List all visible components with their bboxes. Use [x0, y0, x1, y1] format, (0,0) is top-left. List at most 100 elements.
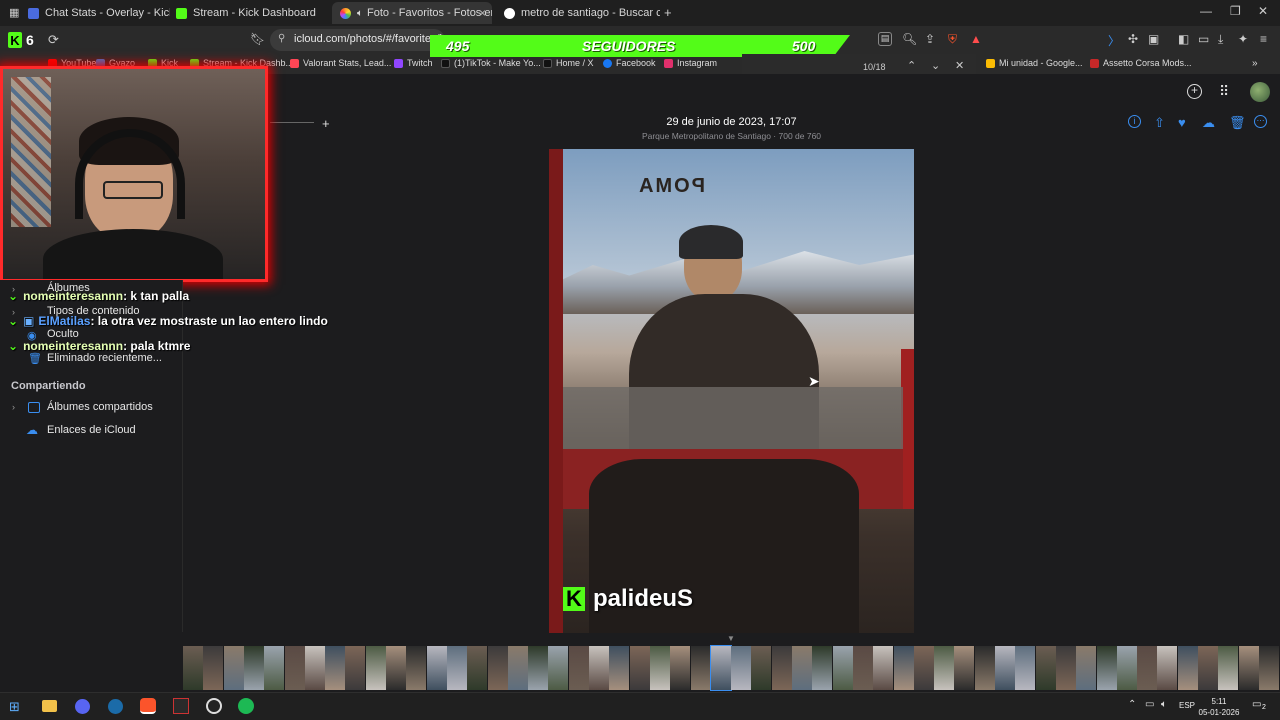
app-grid-icon[interactable]: ⠿ [1219, 83, 1229, 100]
filmstrip-thumbnail[interactable] [1157, 646, 1178, 690]
filmstrip-thumbnail[interactable] [325, 646, 346, 690]
filmstrip-thumbnail[interactable] [1137, 646, 1158, 690]
more-bookmarks-icon[interactable]: » [1252, 58, 1258, 69]
filmstrip-thumbnail[interactable] [690, 646, 711, 690]
media-icon[interactable]: ▣ [1148, 32, 1159, 46]
tab-chat-stats[interactable]: Chat Stats - Overlay - KickTools [20, 2, 170, 24]
filmstrip-thumbnail[interactable] [792, 646, 812, 690]
sidebar-toggle-icon[interactable]: ◧ [1178, 32, 1189, 46]
filmstrip-thumbnail[interactable] [426, 646, 447, 690]
filmstrip-thumbnail[interactable] [284, 646, 305, 690]
close-window-icon[interactable]: ✕ [1258, 4, 1268, 18]
bookmark-twitch[interactable]: Twitch [394, 58, 433, 68]
sidebar-item-icloud-links[interactable]: Enlaces de iCloud [47, 424, 136, 436]
filmstrip-thumbnail[interactable] [852, 646, 873, 690]
restore-icon[interactable]: ❐ [1230, 4, 1241, 18]
filmstrip-thumbnail[interactable] [548, 646, 569, 690]
reload-icon[interactable]: ⟳ [48, 32, 59, 48]
site-info-icon[interactable]: ⚲ [278, 33, 285, 44]
avatar[interactable] [1250, 82, 1270, 102]
filmstrip-thumbnail[interactable] [487, 646, 508, 690]
menu-icon[interactable]: ≡ [1260, 32, 1267, 46]
bookmark-google-drive[interactable]: Mi unidad - Google... [986, 58, 1083, 68]
filmstrip-thumbnail[interactable] [467, 646, 488, 690]
spotify-icon[interactable] [238, 698, 254, 714]
filmstrip-thumbnail[interactable] [243, 646, 264, 690]
filmstrip-thumbnail[interactable] [304, 646, 325, 690]
bookmark-facebook[interactable]: Facebook [603, 58, 656, 68]
filmstrip-thumbnail[interactable] [1198, 646, 1218, 690]
obs-kick-icon[interactable] [173, 698, 189, 714]
filmstrip-thumbnail[interactable] [386, 646, 406, 690]
filmstrip-thumbnail[interactable] [1218, 646, 1239, 690]
obs-icon[interactable] [206, 698, 222, 714]
brave-shields-icon[interactable]: ⛨ [948, 32, 957, 47]
filmstrip-thumbnail[interactable] [670, 646, 691, 690]
add-icon[interactable]: + [1187, 84, 1202, 99]
filmstrip-thumbnail[interactable] [528, 646, 549, 690]
filmstrip-thumbnail[interactable] [731, 646, 752, 690]
sidebar-item-shared-albums[interactable]: Álbumes compartidos [47, 401, 153, 413]
filmstrip-thumbnail[interactable] [1076, 646, 1097, 690]
new-tab-icon[interactable]: + [664, 5, 672, 20]
filmstrip-thumbnail[interactable] [649, 646, 670, 690]
filmstrip-thumbnail[interactable] [406, 646, 427, 690]
download-icon[interactable]: ☁ [1202, 115, 1215, 131]
more-icon[interactable]: ⋯ [1254, 115, 1267, 128]
bookmark-assetto-corsa[interactable]: Assetto Corsa Mods... [1090, 58, 1192, 68]
filmstrip-thumbnail[interactable] [223, 646, 244, 690]
filmstrip-thumbnail[interactable] [709, 645, 732, 691]
filmstrip-thumbnail[interactable] [771, 646, 792, 690]
tab-kick-dashboard[interactable]: Stream - Kick Dashboard [168, 2, 328, 24]
filmstrip-thumbnail[interactable] [1177, 646, 1198, 690]
filmstrip-thumbnail[interactable] [1238, 646, 1259, 690]
kick-extension-logo[interactable]: K 6 [8, 30, 38, 50]
sidebar-item-recently-deleted[interactable]: Eliminado recienteme... [47, 352, 162, 364]
discord-icon[interactable] [75, 699, 90, 714]
tray-chevron-icon[interactable]: ⌃ [1128, 699, 1136, 710]
leo-ai-icon[interactable]: ✦ [1238, 32, 1248, 46]
filmstrip-thumbnail[interactable] [365, 646, 386, 690]
close-tab-icon[interactable]: × [479, 6, 486, 20]
file-explorer-icon[interactable] [42, 700, 57, 712]
filmstrip-thumbnail[interactable] [913, 646, 934, 690]
brave-rewards-icon[interactable]: ▲ [970, 32, 982, 46]
share-photo-icon[interactable]: ⇧ [1154, 115, 1165, 131]
volume-icon[interactable]: 🔈︎ [1161, 699, 1167, 710]
filmstrip-thumbnail[interactable] [1116, 646, 1137, 690]
filmstrip-thumbnail[interactable] [934, 646, 955, 690]
filmstrip-thumbnail[interactable] [1258, 646, 1279, 690]
brave-icon[interactable] [140, 698, 156, 714]
tab-icloud-photos[interactable]: 🔈︎ Foto - Favoritos - Fotos en iC × [332, 2, 492, 24]
filmstrip-thumbnail[interactable] [446, 646, 467, 690]
filmstrip-thumbnail[interactable] [1035, 646, 1056, 690]
filmstrip-thumbnail[interactable] [183, 646, 203, 690]
filmstrip-thumbnail[interactable] [893, 646, 914, 690]
filmstrip-thumbnail[interactable] [812, 646, 833, 690]
bookmark-valorant[interactable]: Valorant Stats, Lead... [290, 58, 391, 68]
filmstrip-thumbnail[interactable] [568, 646, 589, 690]
expand-chevron-icon[interactable]: › [12, 402, 15, 412]
translate-icon[interactable]: 〉 [1108, 32, 1120, 49]
downloads-icon[interactable]: ⤓ [1218, 32, 1223, 47]
favorite-heart-icon[interactable]: ♥ [1178, 115, 1186, 130]
clock[interactable]: 5:11 05-01-2026 [1198, 696, 1240, 718]
find-close-icon[interactable]: ✕ [955, 59, 964, 72]
find-prev-icon[interactable]: ⌃ [907, 59, 916, 72]
delete-icon[interactable]: 🗑︎ [1229, 115, 1246, 131]
filmstrip-thumbnail[interactable] [954, 646, 975, 690]
bookmark-x[interactable]: Home / X [543, 58, 594, 68]
filmstrip-thumbnail[interactable] [507, 646, 528, 690]
bookmark-tiktok[interactable]: (1)TikTok - Make Yo... [441, 58, 541, 68]
filmstrip-thumbnail[interactable] [203, 646, 224, 690]
filmstrip-thumbnail[interactable] [751, 646, 772, 690]
wallet-icon[interactable]: ▭ [1198, 32, 1209, 46]
filmstrip-thumbnail[interactable] [629, 646, 650, 690]
filmstrip-thumbnail[interactable] [345, 646, 366, 690]
language-indicator[interactable]: ESP [1179, 701, 1195, 710]
network-icon[interactable]: ▭ [1145, 699, 1154, 710]
filmstrip-thumbnail[interactable] [264, 646, 285, 690]
share-icon[interactable]: ⇪ [925, 32, 935, 46]
filmstrip-thumbnail[interactable] [609, 646, 630, 690]
tab-google-search[interactable]: metro de santiago - Buscar con Goog [496, 2, 660, 24]
